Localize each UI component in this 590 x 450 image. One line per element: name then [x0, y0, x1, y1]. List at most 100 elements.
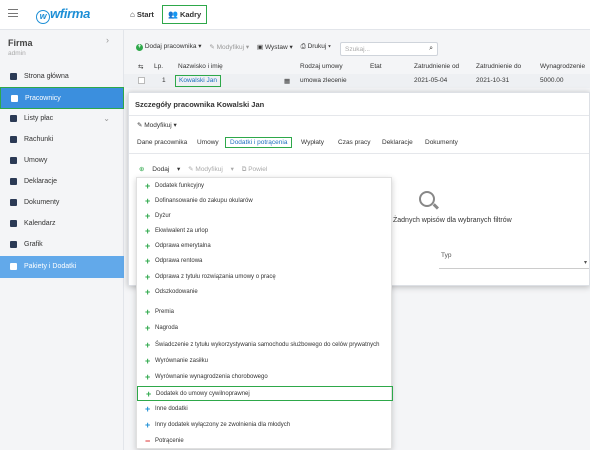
type-filter-select[interactable]: ▾ — [439, 259, 589, 269]
menu-item[interactable]: + Inne dodatki — [137, 402, 393, 417]
col-to[interactable]: Zatrudnienie do — [476, 63, 521, 70]
calendar-icon[interactable]: ▦ — [284, 77, 290, 85]
modify-button[interactable]: ✎ Modyfikuj ▾ — [209, 43, 249, 51]
declaration-icon — [10, 178, 17, 185]
issue-icon: ▣ — [257, 43, 264, 51]
menu-item[interactable]: + Nagroda — [137, 321, 393, 336]
menu-item[interactable]: − Potrącenie — [137, 434, 393, 449]
home-icon: ⌂ — [130, 10, 135, 19]
row-salary: 5000.00 — [540, 77, 564, 84]
menu-item[interactable]: + Premia — [137, 305, 393, 320]
menu-item[interactable]: + Dofinansowanie do zakupu okularów — [137, 194, 393, 209]
plus-icon: + — [136, 44, 143, 51]
calendar-icon — [10, 220, 17, 227]
plus-icon: + — [145, 372, 151, 382]
tab-work-time[interactable]: Czas pracy — [338, 139, 371, 146]
search-icon[interactable]: ⌕ — [429, 45, 433, 53]
nav-kadry[interactable]: 👥 Kadry — [162, 5, 208, 24]
sidebar-item-packages[interactable]: Pakiety i Dodatki — [0, 256, 124, 278]
plus-icon: + — [145, 272, 151, 282]
top-bar: w wfirma ⌂ Start 👥 Kadry — [0, 0, 590, 30]
sidebar-item-declarations[interactable]: Deklaracje — [0, 171, 124, 193]
plus-icon: + — [145, 404, 151, 414]
row-from: 2021-05-04 — [414, 77, 448, 84]
add-addition-button[interactable]: ⊕ Dodaj ▾ — [139, 166, 180, 173]
menu-item[interactable]: + Dodatek funkcyjny — [137, 179, 393, 194]
menu-item[interactable]: + Dyżur — [137, 209, 393, 224]
menu-item[interactable]: + Odszkodowanie — [137, 285, 393, 300]
sidebar-item-employees[interactable]: Pracownicy — [0, 87, 124, 109]
sort-icon[interactable]: ⇆ — [138, 63, 143, 71]
plus-icon: + — [145, 340, 151, 350]
company-name[interactable]: Firma — [8, 38, 33, 48]
menu-item[interactable]: + Odprawa rentowa — [137, 254, 393, 269]
plus-icon: + — [145, 211, 151, 221]
cart-icon — [10, 263, 17, 270]
list-icon — [10, 115, 17, 122]
plus-icon: ⊕ — [139, 166, 145, 173]
employee-name-link[interactable]: Kowalski Jan — [175, 75, 221, 87]
sidebar: Firma admin › Strona główna Pracownicy L… — [0, 30, 124, 450]
menu-item-civil-contract-addition[interactable]: + Dodatek do umowy cywilnoprawnej — [137, 386, 393, 401]
plus-icon: + — [145, 181, 151, 191]
menu-item[interactable]: + Ekwiwalent za urlop — [137, 224, 393, 239]
sidebar-item-schedule[interactable]: Grafik — [0, 234, 124, 256]
sidebar-item-bills[interactable]: Rachunki — [0, 129, 124, 151]
home-icon — [10, 73, 17, 80]
menu-item[interactable]: + Wyrównanie zasiłku — [137, 354, 393, 369]
plus-icon: + — [145, 287, 151, 297]
wfirma-logo[interactable]: w wfirma — [36, 6, 90, 24]
sidebar-item-calendar[interactable]: Kalendarz — [0, 213, 124, 235]
people-icon: 👥 — [168, 10, 178, 19]
menu-item[interactable]: + Świadczenie z tytułu wykorzystywania sa… — [137, 338, 393, 353]
add-dropdown-menu: + Dodatek funkcyjny + Dofinansowanie do za… — [136, 177, 393, 449]
chevron-down-icon: ⌄ — [103, 114, 110, 123]
plus-icon: + — [145, 256, 151, 266]
type-filter-label: Typ — [441, 252, 452, 259]
sidebar-item-payrolls[interactable]: Listy płac ⌄ — [0, 108, 124, 130]
plus-icon: + — [146, 389, 152, 399]
contract-icon — [10, 157, 17, 164]
tab-documents[interactable]: Dokumenty — [425, 139, 458, 146]
search-input[interactable]: Szukaj... ⌕ — [340, 42, 438, 56]
sidebar-item-home[interactable]: Strona główna — [0, 66, 124, 88]
menu-item[interactable]: + Wyrównanie wynagrodzenia chorobowego — [137, 370, 393, 385]
tab-additions-deductions[interactable]: Dodatki i potrącenia — [225, 137, 293, 148]
clock-icon — [10, 241, 17, 248]
modal-modify-button[interactable]: ✎ Modyfikuj ▾ — [137, 121, 177, 129]
sidebar-item-documents[interactable]: Dokumenty — [0, 192, 124, 214]
col-from[interactable]: Zatrudnienie od — [414, 63, 459, 70]
modify-addition-button[interactable]: ✎ Modyfikuj ▾ — [188, 166, 234, 173]
edit-icon: ✎ — [137, 122, 143, 129]
col-name[interactable]: Nazwisko i imię — [178, 63, 223, 70]
menu-item[interactable]: + Odprawa z tytułu rozwiązania umowy o pr… — [137, 270, 393, 285]
tab-employee-data[interactable]: Dane pracownika — [137, 139, 187, 146]
search-empty-icon — [419, 191, 435, 207]
add-employee-button[interactable]: + Dodaj pracownika ▾ — [136, 42, 202, 51]
sidebar-item-contracts[interactable]: Umowy — [0, 150, 124, 172]
col-etat[interactable]: Etat — [370, 63, 382, 70]
tab-contracts[interactable]: Umowy — [197, 139, 219, 146]
row-checkbox[interactable] — [138, 77, 145, 84]
col-contract[interactable]: Rodzaj umowy — [300, 63, 343, 70]
divider — [129, 115, 589, 116]
menu-item[interactable]: + Odprawa emerytalna — [137, 239, 393, 254]
col-lp[interactable]: Lp. — [154, 63, 163, 70]
tab-payouts[interactable]: Wypłaty — [301, 139, 324, 146]
modal-title: Szczegóły pracownika Kowalski Jan — [135, 100, 265, 109]
menu-icon[interactable] — [8, 9, 18, 17]
menu-item[interactable]: + Inny dodatek wyłączony ze zwolnienia dl… — [137, 418, 393, 433]
plus-icon: + — [145, 420, 151, 430]
nav-start[interactable]: ⌂ Start — [130, 10, 154, 19]
bills-icon — [10, 136, 17, 143]
print-button[interactable]: ⎙ Drukuj ▾ — [301, 43, 331, 51]
col-salary[interactable]: Wynagrodzenie — [540, 63, 585, 70]
tab-declarations[interactable]: Deklaracje — [382, 139, 413, 146]
chevron-right-icon[interactable]: › — [106, 35, 109, 45]
toolbar: + Dodaj pracownika ▾ ✎ Modyfikuj ▾ ▣ Wys… — [136, 42, 337, 56]
user-add-icon — [11, 95, 18, 102]
repeat-button[interactable]: ⧉ Powiel — [242, 166, 274, 173]
issue-button[interactable]: ▣ Wystaw ▾ — [257, 43, 293, 51]
plus-icon: + — [145, 196, 151, 206]
plus-icon: + — [145, 307, 151, 317]
